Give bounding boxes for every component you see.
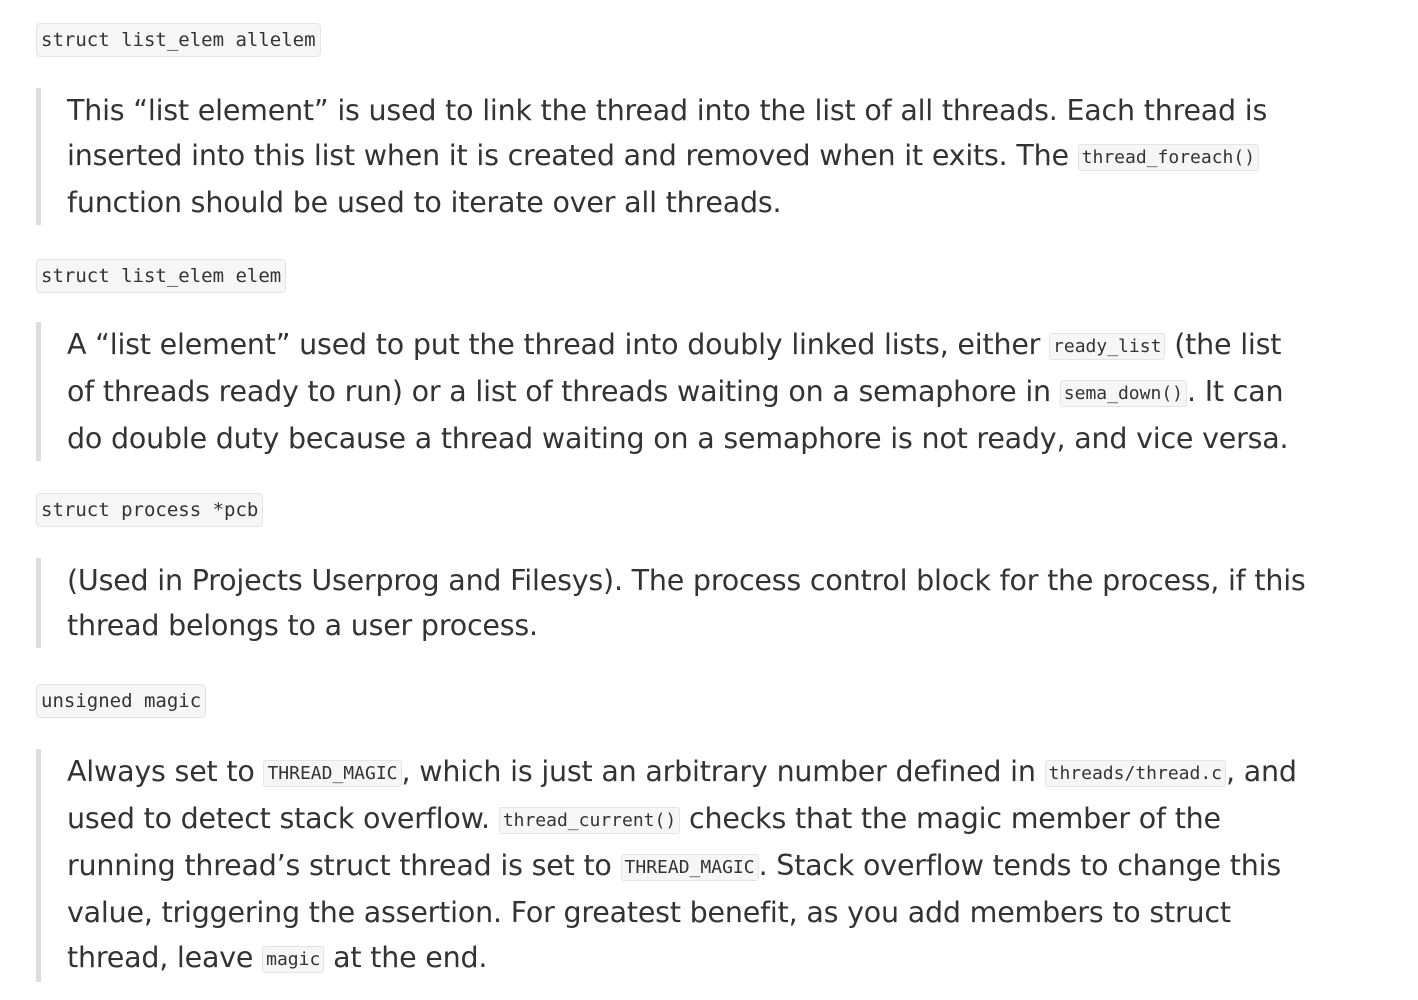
member-code-pcb: struct process *pcb bbox=[36, 493, 264, 527]
inline-code: thread_current() bbox=[498, 807, 681, 834]
inline-code: thread_foreach() bbox=[1077, 144, 1260, 171]
inline-code: THREAD_MAGIC bbox=[263, 760, 402, 787]
member-description-pcb: (Used in Projects Userprog and Filesys).… bbox=[36, 558, 1317, 648]
description-paragraph: This “list element” is used to link the … bbox=[67, 88, 1317, 225]
description-text: function should be used to iterate over … bbox=[67, 186, 782, 219]
inline-code: magic bbox=[262, 946, 325, 973]
description-text: at the end. bbox=[324, 941, 488, 974]
inline-code: THREAD_MAGIC bbox=[620, 854, 759, 881]
member-code-elem: struct list_elem elem bbox=[36, 259, 287, 293]
description-paragraph: A “list element” used to put the thread … bbox=[67, 322, 1317, 461]
description-text: A “list element” used to put the thread … bbox=[67, 328, 1050, 361]
description-text: , which is just an arbitrary number defi… bbox=[401, 755, 1045, 788]
description-paragraph: Always set to THREAD_MAGIC, which is jus… bbox=[67, 749, 1317, 982]
inline-code: threads/thread.c bbox=[1044, 760, 1227, 787]
member-description-elem: A “list element” used to put the thread … bbox=[36, 322, 1317, 461]
member-code-allelem: struct list_elem allelem bbox=[36, 23, 321, 57]
description-paragraph: (Used in Projects Userprog and Filesys).… bbox=[67, 558, 1317, 648]
member-code-magic: unsigned magic bbox=[36, 684, 207, 718]
description-text: Always set to bbox=[67, 755, 264, 788]
inline-code: ready_list bbox=[1049, 333, 1166, 360]
inline-code: sema_down() bbox=[1059, 380, 1187, 407]
description-text: (Used in Projects Userprog and Filesys).… bbox=[67, 564, 1306, 642]
member-description-allelem: This “list element” is used to link the … bbox=[36, 88, 1317, 225]
member-description-magic: Always set to THREAD_MAGIC, which is jus… bbox=[36, 749, 1317, 982]
